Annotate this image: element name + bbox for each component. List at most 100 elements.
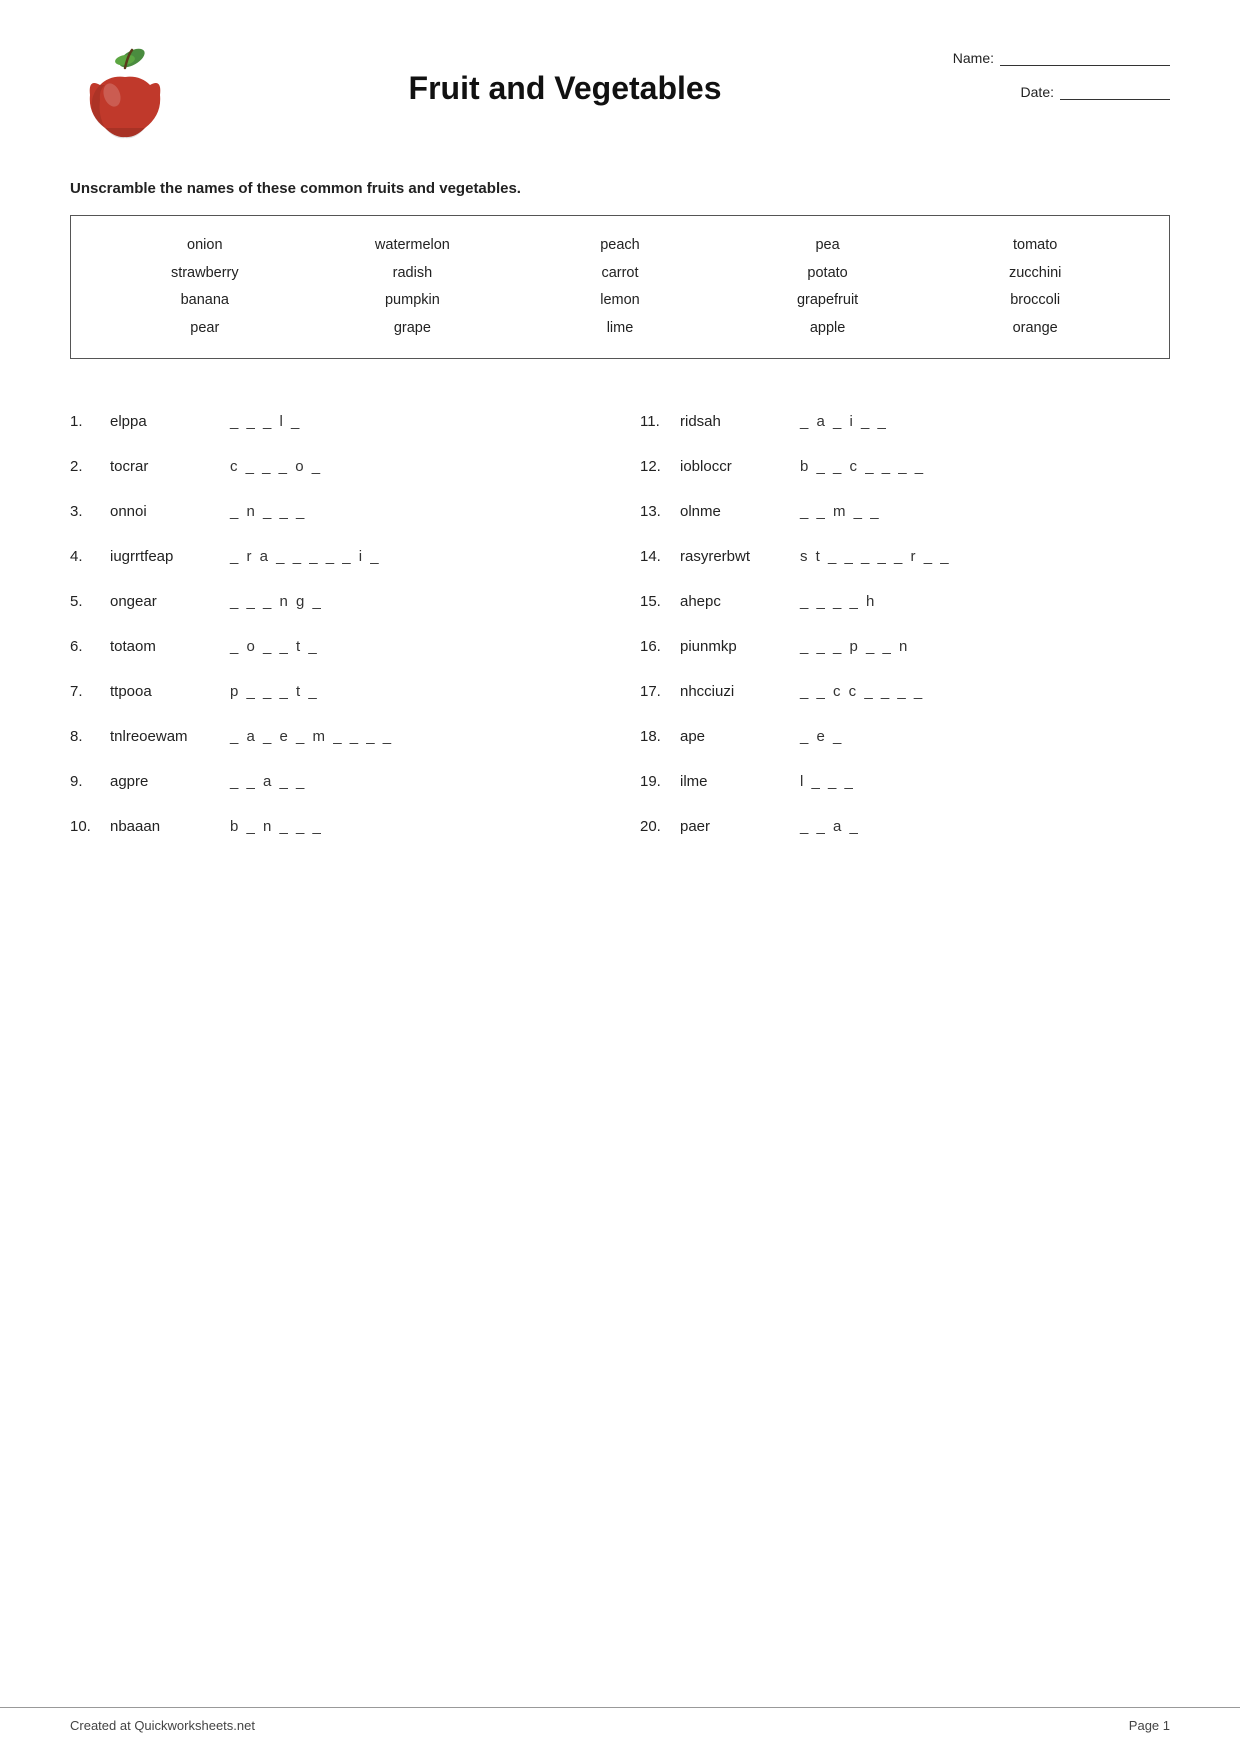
question-scrambled: ridsah (680, 413, 790, 430)
word-item: banana (101, 287, 309, 315)
question-scrambled: totaom (110, 638, 220, 655)
word-item: pear (101, 315, 309, 343)
word-item: apple (724, 315, 932, 343)
question-row: 4.iugrrtfeap_ r a _ _ _ _ _ i _ (70, 534, 600, 579)
question-number: 3. (70, 503, 100, 520)
word-item: lime (516, 315, 724, 343)
name-field[interactable] (1000, 50, 1170, 66)
date-field[interactable] (1060, 84, 1170, 100)
question-scrambled: ttpooa (110, 683, 220, 700)
question-scrambled: tocrar (110, 458, 220, 475)
question-number: 11. (640, 413, 670, 430)
word-column-5: tomato zucchini broccoli orange (931, 232, 1139, 342)
name-date-section: Name: Date: (950, 40, 1170, 100)
question-scrambled: paer (680, 818, 790, 835)
question-number: 1. (70, 413, 100, 430)
question-number: 9. (70, 773, 100, 790)
word-item: radish (309, 260, 517, 288)
footer: Created at Quickworksheets.net Page 1 (0, 1707, 1240, 1733)
instructions-text: Unscramble the names of these common fru… (70, 180, 1170, 197)
question-scrambled: nbaaan (110, 818, 220, 835)
question-answer: _ _ _ _ h (800, 593, 876, 610)
question-scrambled: nhcciuzi (680, 683, 790, 700)
question-answer: _ e _ (800, 728, 843, 745)
question-answer: _ o _ _ t _ (230, 638, 319, 655)
word-item: pumpkin (309, 287, 517, 315)
question-number: 12. (640, 458, 670, 475)
question-answer: _ a _ e _ m _ _ _ _ (230, 728, 393, 745)
question-row: 6. totaom _ o _ _ t _ (70, 624, 600, 669)
question-number: 17. (640, 683, 670, 700)
question-row: 9. agpre _ _ a _ _ (70, 759, 600, 804)
question-answer: p _ _ _ t _ (230, 683, 319, 700)
question-answer: b _ n _ _ _ (230, 818, 323, 835)
question-scrambled: iobloccr (680, 458, 790, 475)
question-number: 4. (70, 548, 100, 565)
question-answer: s t _ _ _ _ _ r _ _ (800, 548, 951, 565)
question-scrambled: ape (680, 728, 790, 745)
question-answer: c _ _ _ o _ (230, 458, 322, 475)
question-row: 1.elppa_ _ _ l _ (70, 399, 600, 444)
question-number: 16. (640, 638, 670, 655)
word-item: broccoli (931, 287, 1139, 315)
question-row: 16. piunmkp _ _ _ p _ _ n (640, 624, 1170, 669)
question-number: 6. (70, 638, 100, 655)
word-column-4: pea potato grapefruit apple (724, 232, 932, 342)
word-item: lemon (516, 287, 724, 315)
question-row: 19.ilmel _ _ _ (640, 759, 1170, 804)
word-item: watermelon (309, 232, 517, 260)
question-answer: _ _ _ n g _ (230, 593, 323, 610)
word-item: onion (101, 232, 309, 260)
page-title: Fruit and Vegetables (180, 70, 950, 107)
question-row: 10. nbaaan b _ n _ _ _ (70, 804, 600, 849)
question-scrambled: piunmkp (680, 638, 790, 655)
question-number: 10. (70, 818, 100, 835)
questions-left-column: 1.elppa_ _ _ l _ 2. tocrar c _ _ _ o _ 3. onn… (70, 399, 600, 849)
question-scrambled: tnlreoewam (110, 728, 220, 745)
question-row: 5.ongear_ _ _ n g _ (70, 579, 600, 624)
footer-left: Created at Quickworksheets.net (70, 1718, 255, 1733)
question-scrambled: onnoi (110, 503, 220, 520)
question-number: 15. (640, 593, 670, 610)
date-label: Date: (1021, 84, 1054, 100)
question-scrambled: ahepc (680, 593, 790, 610)
question-scrambled: iugrrtfeap (110, 548, 220, 565)
question-row: 12. iobloccr b _ _ c _ _ _ _ (640, 444, 1170, 489)
word-item: grapefruit (724, 287, 932, 315)
question-row: 14.rasyrerbwts t _ _ _ _ _ r _ _ (640, 534, 1170, 579)
question-row: 20.paer_ _ a _ (640, 804, 1170, 849)
question-number: 19. (640, 773, 670, 790)
question-answer: _ _ a _ _ (230, 773, 306, 790)
question-row: 18. ape _ e _ (640, 714, 1170, 759)
question-row: 2. tocrar c _ _ _ o _ (70, 444, 600, 489)
question-scrambled: rasyrerbwt (680, 548, 790, 565)
question-row: 11.ridsah_ a _ i _ _ (640, 399, 1170, 444)
page: Fruit and Vegetables Name: Date: Unscram… (0, 0, 1240, 1753)
word-item: tomato (931, 232, 1139, 260)
footer-right: Page 1 (1129, 1718, 1170, 1733)
question-row: 8.tnlreoewam_ a _ e _ m _ _ _ _ (70, 714, 600, 759)
question-number: 20. (640, 818, 670, 835)
title-section: Fruit and Vegetables (180, 40, 950, 107)
question-row: 17. nhcciuzi _ _ c c _ _ _ _ (640, 669, 1170, 714)
word-item: zucchini (931, 260, 1139, 288)
question-scrambled: ongear (110, 593, 220, 610)
questions-grid: 1.elppa_ _ _ l _ 2. tocrar c _ _ _ o _ 3. onn… (70, 399, 1170, 849)
question-answer: _ n _ _ _ (230, 503, 306, 520)
question-row: 3. onnoi _ n _ _ _ (70, 489, 600, 534)
question-answer: _ _ _ p _ _ n (800, 638, 909, 655)
question-row: 15. ahepc _ _ _ _ h (640, 579, 1170, 624)
question-answer: b _ _ c _ _ _ _ (800, 458, 925, 475)
word-item: peach (516, 232, 724, 260)
question-number: 7. (70, 683, 100, 700)
question-scrambled: agpre (110, 773, 220, 790)
word-column-3: peach carrot lemon lime (516, 232, 724, 342)
question-number: 18. (640, 728, 670, 745)
word-item: carrot (516, 260, 724, 288)
question-answer: _ _ c c _ _ _ _ (800, 683, 924, 700)
word-column-1: onion strawberry banana pear (101, 232, 309, 342)
word-item: orange (931, 315, 1139, 343)
question-number: 2. (70, 458, 100, 475)
word-column-2: watermelon radish pumpkin grape (309, 232, 517, 342)
word-bank: onion strawberry banana pear watermelon … (70, 215, 1170, 359)
